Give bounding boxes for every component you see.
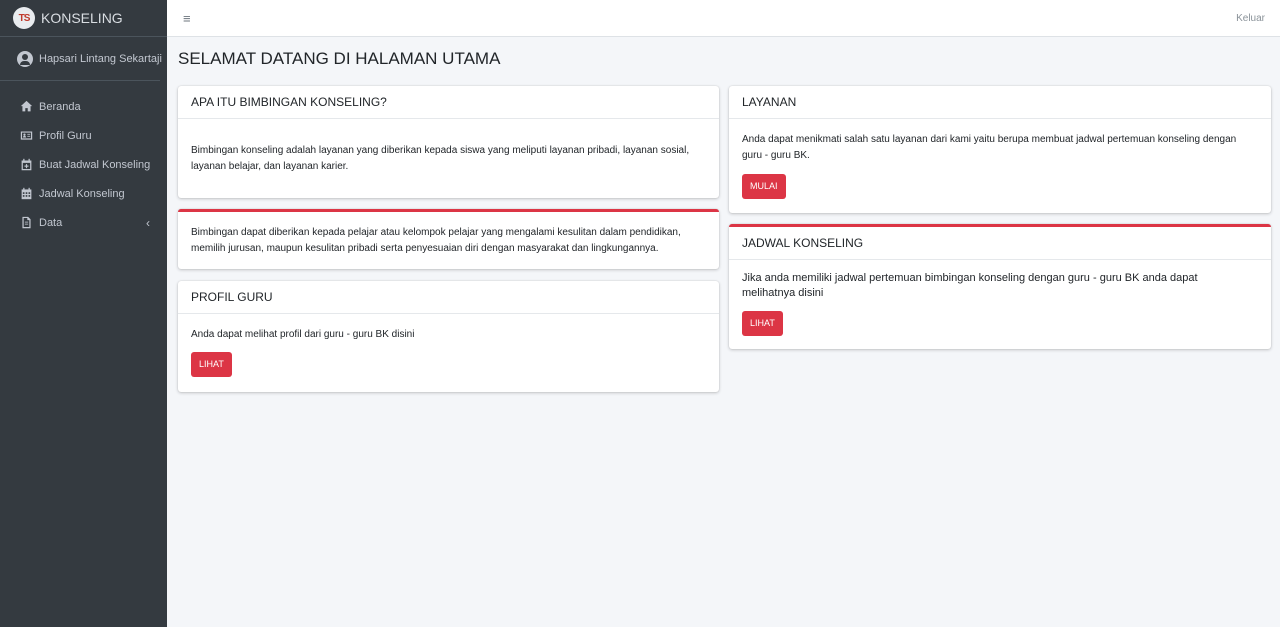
calendar-plus-icon [19, 158, 33, 172]
mulai-button[interactable]: MULAI [742, 174, 786, 199]
card-body: Anda dapat menikmati salah satu layanan … [729, 119, 1271, 199]
card-text: Bimbingan dapat diberikan kepada pelajar… [191, 227, 681, 254]
card-text: Anda dapat melihat profil dari guru - gu… [191, 329, 415, 340]
id-card-icon [19, 129, 33, 143]
user-name: Hapsari Lintang Sekartaji [39, 52, 162, 65]
sidebar-item-label: Beranda [39, 100, 81, 113]
card-title: APA ITU BIMBINGAN KONSELING? [178, 86, 719, 119]
card-profil-guru: PROFIL GURU Anda dapat melihat profil da… [178, 281, 719, 392]
card-about-bk: APA ITU BIMBINGAN KONSELING? Bimbingan k… [178, 86, 719, 198]
card-body: Anda dapat melihat profil dari guru - gu… [178, 314, 719, 377]
brand-logo-icon: TS [13, 7, 35, 29]
sidebar-item-data[interactable]: Data ‹ [0, 208, 167, 237]
card-jadwal-konseling: JADWAL KONSELING Jika anda memiliki jadw… [729, 224, 1271, 349]
sidebar-item-label: Data [39, 216, 63, 229]
card-title: PROFIL GURU [178, 281, 719, 314]
user-avatar-icon [17, 50, 33, 67]
card-layanan: LAYANAN Anda dapat menikmati salah satu … [729, 86, 1271, 213]
lihat-jadwal-button[interactable]: LIHAT [742, 311, 783, 336]
brand-name: KONSELING [41, 10, 123, 26]
card-title: LAYANAN [729, 86, 1271, 119]
sidebar-item-label: Profil Guru [39, 129, 92, 142]
sidebar: TS KONSELING Hapsari Lintang Sekartaji B… [0, 0, 167, 627]
menu-toggle-icon[interactable]: ≡ [183, 11, 191, 26]
sidebar-item-beranda[interactable]: Beranda [0, 92, 167, 121]
page-title: SELAMAT DATANG DI HALAMAN UTAMA [178, 49, 501, 68]
sidebar-item-label: Buat Jadwal Konseling [39, 158, 151, 171]
file-icon [19, 216, 33, 230]
card-about-bk-more: Bimbingan dapat diberikan kepada pelajar… [178, 209, 719, 269]
home-icon [19, 100, 33, 114]
sidebar-item-profil-guru[interactable]: Profil Guru [0, 121, 167, 150]
user-panel[interactable]: Hapsari Lintang Sekartaji [0, 37, 162, 81]
card-text: Anda dapat menikmati salah satu layanan … [742, 134, 1237, 161]
lihat-profil-button[interactable]: LIHAT [191, 352, 232, 377]
card-text: Bimbingan konseling adalah layanan yang … [191, 145, 690, 172]
brand-link[interactable]: TS KONSELING [0, 0, 167, 37]
top-navbar: ≡ Keluar [167, 0, 1280, 37]
sidebar-nav: Beranda Profil Guru Buat Jadwal Konselin… [0, 81, 167, 237]
logout-link[interactable]: Keluar [1236, 13, 1265, 24]
card-title: JADWAL KONSELING [729, 227, 1271, 260]
sidebar-item-buat-jadwal-konseling[interactable]: Buat Jadwal Konseling [0, 150, 167, 179]
calendar-icon [19, 187, 33, 201]
chevron-left-icon: ‹ [146, 216, 150, 230]
main-content: SELAMAT DATANG DI HALAMAN UTAMA APA ITU … [167, 38, 1280, 627]
sidebar-item-label: Jadwal Konseling [39, 187, 125, 200]
sidebar-item-jadwal-konseling[interactable]: Jadwal Konseling [0, 179, 167, 208]
card-text: Jika anda memiliki jadwal pertemuan bimb… [742, 272, 1198, 299]
card-body: Jika anda memiliki jadwal pertemuan bimb… [729, 260, 1271, 336]
